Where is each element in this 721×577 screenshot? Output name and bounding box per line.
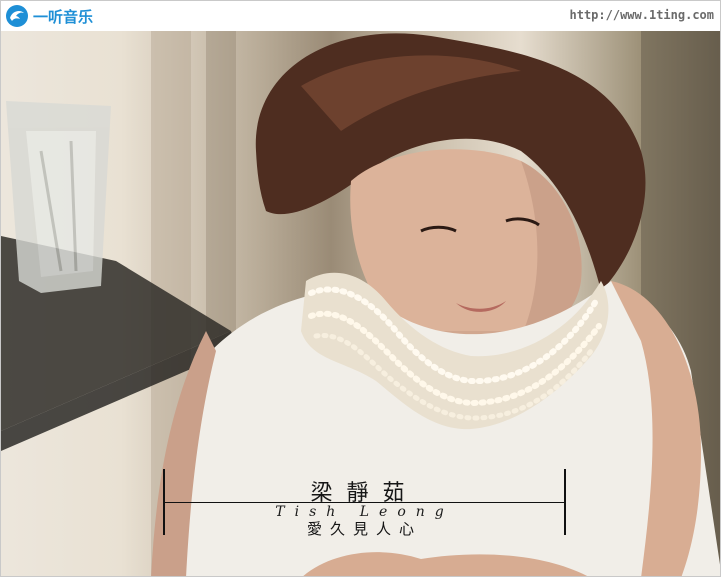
header-bar: 一听音乐 http://www.1ting.com	[1, 1, 720, 32]
artist-name-zh: 梁靜茹	[310, 481, 419, 506]
album-title-block: 梁靜茹 Tish Leong 愛久見人心	[163, 469, 566, 538]
site-url[interactable]: http://www.1ting.com	[570, 8, 715, 22]
album-cover-window: 一听音乐 http://www.1ting.com 梁靜茹 Tish Leong…	[0, 0, 721, 577]
album-title-zh: 愛久見人心	[306, 520, 422, 538]
site-logo[interactable]: 一听音乐	[5, 4, 93, 28]
glass	[6, 101, 111, 293]
dolphin-icon	[6, 5, 28, 27]
logo-text: 一听音乐	[33, 7, 94, 26]
album-cover-photo: 梁靜茹 Tish Leong 愛久見人心	[1, 31, 720, 576]
